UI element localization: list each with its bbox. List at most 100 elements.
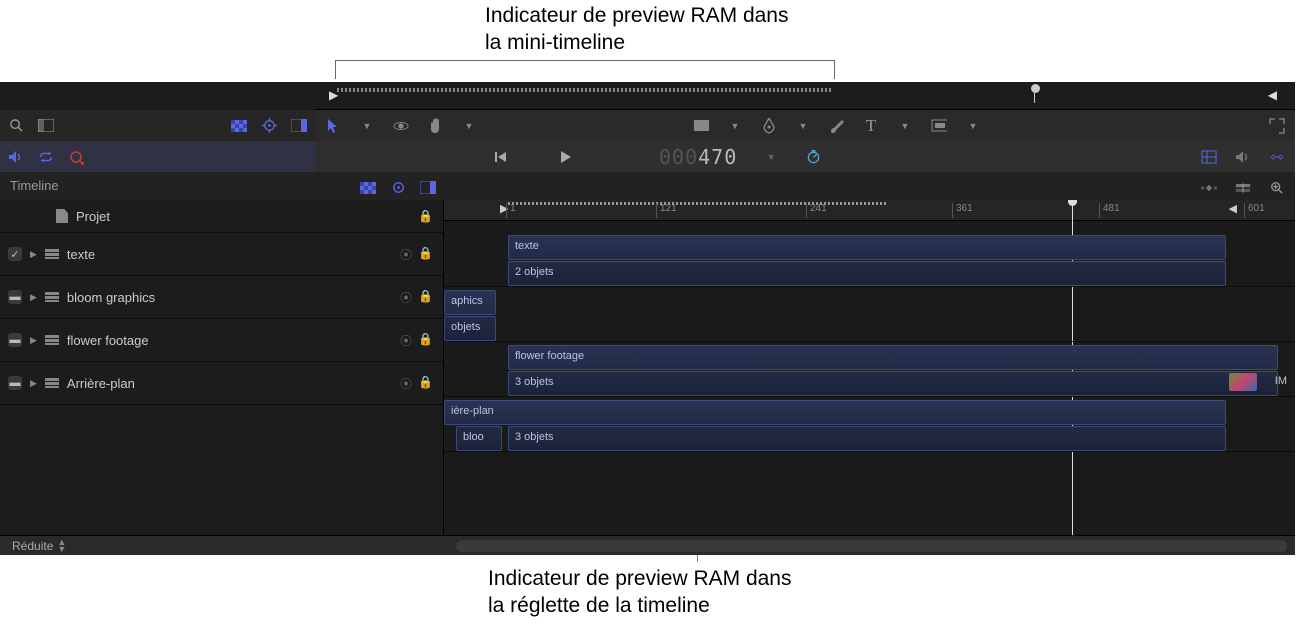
isolate-icon[interactable]: ⦿ [400, 332, 412, 349]
go-to-start-icon[interactable] [493, 149, 509, 165]
layer-name: flower footage [67, 333, 392, 348]
clip-sub[interactable]: 2 objets [508, 261, 1226, 286]
disclosure-arrow-icon[interactable]: ▶ [30, 292, 37, 303]
gear-icon[interactable] [390, 180, 406, 196]
text-tool-icon[interactable]: T [863, 118, 879, 134]
track-row[interactable]: aphics objets [444, 288, 1295, 342]
brush-tool-icon[interactable] [829, 118, 845, 134]
checkerboard-icon[interactable] [231, 118, 247, 134]
chevron-down-icon[interactable]: ▼ [897, 118, 913, 134]
layer-row[interactable]: ▬▶Arrière-plan⦿🔒 [0, 362, 443, 405]
isolate-icon[interactable]: ⦿ [400, 375, 412, 392]
scrollbar-thumb[interactable] [456, 540, 1287, 552]
zoom-fit-icon[interactable] [1269, 180, 1285, 196]
clip-bar[interactable]: flower footage [508, 345, 1278, 370]
tracks-area[interactable]: ▶ 1121241361481601 ◀ texte 2 objets aphi… [444, 200, 1295, 535]
clip-sub[interactable]: 3 objets [508, 371, 1278, 396]
rectangle-tool-icon[interactable] [693, 118, 709, 134]
clip-sub[interactable]: 3 objets [508, 426, 1226, 451]
mask-tool-icon[interactable] [931, 118, 947, 134]
disclosure-arrow-icon[interactable]: ▶ [30, 378, 37, 389]
chevron-down-icon[interactable]: ▼ [359, 118, 375, 134]
isolate-icon[interactable]: ⦿ [400, 246, 412, 263]
ram-preview-indicator-ruler [508, 202, 888, 205]
ram-preview-indicator-mini [337, 88, 833, 92]
chevron-down-icon[interactable]: ▼ [763, 149, 779, 165]
record-icon[interactable] [68, 149, 84, 165]
mini-timeline[interactable]: ▶ ◀ [0, 82, 1295, 110]
chevron-down-icon[interactable]: ▼ [795, 118, 811, 134]
layer-row[interactable]: ▬ ▶ bloom graphics ⦿ 🔒 [0, 276, 443, 319]
track-row[interactable]: ière-plan bloo 3 objets [444, 398, 1295, 452]
mini-timeline-left [0, 82, 315, 110]
layer-row[interactable]: ▬ ▶ flower footage ⦿ 🔒 [0, 319, 443, 362]
out-point-icon[interactable]: ◀ [1229, 202, 1237, 215]
lock-icon[interactable]: 🔒 [418, 375, 433, 392]
canvas-toolbar: ▼ ▼ ▼ ▼ T ▼ ▼ [0, 110, 1295, 141]
bracket-top [335, 60, 835, 80]
disclosure-arrow-icon[interactable]: ▶ [30, 335, 37, 346]
ruler-tick: 481 [1099, 203, 1120, 218]
layer-name: bloom graphics [67, 290, 392, 305]
stack-icon [45, 249, 59, 259]
mini-timeline-track[interactable]: ▶ ◀ [315, 82, 1287, 110]
document-icon [56, 209, 68, 223]
hand-tool-icon[interactable] [427, 118, 443, 134]
enable-toggle[interactable]: ▬ [8, 290, 22, 304]
stopwatch-icon[interactable] [805, 149, 821, 165]
timeline-header: Timeline [0, 172, 1295, 200]
layer-row[interactable]: ✓ ▶ texte ⦿ 🔒 [0, 233, 443, 276]
snap-icon[interactable] [1201, 180, 1217, 196]
chevron-down-icon[interactable]: ▼ [727, 118, 743, 134]
layer-list: Projet 🔒 ✓ ▶ texte ⦿ 🔒 ▬ ▶ bloom graphics ⦿ 🔒 ▬ ▶ fl… [0, 200, 444, 535]
horizontal-scrollbar[interactable] [456, 540, 1287, 552]
timeline-footer: Réduite ▲▼ [0, 535, 1295, 555]
keyframes-icon[interactable] [1269, 149, 1285, 165]
loop-icon[interactable] [38, 149, 54, 165]
out-point-icon[interactable]: ◀ [1268, 88, 1277, 102]
panels-icon[interactable] [420, 180, 436, 196]
timeline-view-icon[interactable] [1201, 149, 1217, 165]
search-icon[interactable] [8, 118, 24, 134]
lock-icon[interactable]: 🔒 [418, 289, 433, 306]
chevron-down-icon[interactable]: ▼ [461, 118, 477, 134]
gear-icon[interactable] [261, 118, 277, 134]
panels-icon[interactable] [291, 118, 307, 134]
isolate-icon[interactable]: ⦿ [400, 289, 412, 306]
clip-bar[interactable]: texte [508, 235, 1226, 260]
track-row[interactable]: flower footage 3 objets IM [444, 343, 1295, 397]
layer-name: texte [67, 247, 392, 262]
clip-sub[interactable]: bloo [456, 426, 502, 451]
track-display-icon[interactable] [1235, 180, 1251, 196]
view-mode-label[interactable]: Réduite [0, 539, 53, 553]
disclosure-arrow-icon[interactable]: ▶ [30, 249, 37, 260]
timeline-label: Timeline [10, 178, 59, 193]
expand-icon[interactable] [1269, 118, 1285, 134]
audio-out-icon[interactable] [1235, 149, 1251, 165]
project-row[interactable]: Projet 🔒 [0, 200, 443, 233]
pen-tool-icon[interactable] [761, 118, 777, 134]
clip-sub[interactable]: objets [444, 316, 496, 341]
transport-bar: 000470 ▼ [0, 141, 1295, 172]
library-icon[interactable] [38, 118, 54, 134]
lock-icon[interactable]: 🔒 [418, 246, 433, 263]
ruler-tick: 1 [506, 203, 516, 218]
track-row[interactable]: texte 2 objets [444, 233, 1295, 287]
play-icon[interactable] [557, 149, 573, 165]
clip-bar[interactable]: aphics [444, 290, 496, 315]
lock-icon[interactable]: 🔒 [418, 209, 433, 223]
clip-bar[interactable]: ière-plan [444, 400, 1226, 425]
checkerboard-icon[interactable] [360, 180, 376, 196]
orbit-tool-icon[interactable] [393, 118, 409, 134]
pointer-tool-icon[interactable] [325, 118, 341, 134]
checkbox-checked[interactable]: ✓ [8, 247, 22, 261]
lock-icon[interactable]: 🔒 [418, 332, 433, 349]
audio-icon[interactable] [8, 149, 24, 165]
enable-toggle[interactable]: ▬ [8, 333, 22, 347]
timecode-display[interactable]: 000470 [659, 145, 737, 169]
stepper-icon[interactable]: ▲▼ [57, 539, 66, 553]
timeline-ruler[interactable]: ▶ 1121241361481601 ◀ [444, 200, 1295, 221]
mini-playhead[interactable] [1031, 84, 1039, 98]
enable-toggle[interactable]: ▬ [8, 376, 22, 390]
chevron-down-icon[interactable]: ▼ [965, 118, 981, 134]
